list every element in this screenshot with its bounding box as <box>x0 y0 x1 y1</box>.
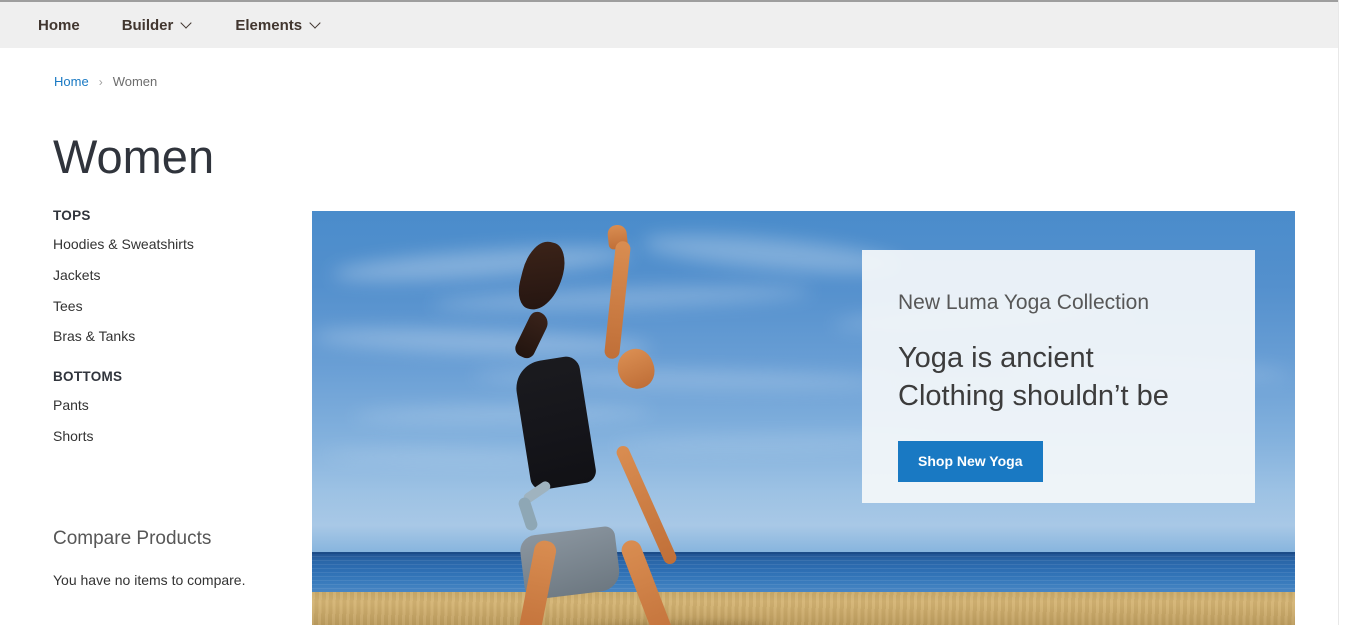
nav-item-elements[interactable]: Elements <box>235 18 320 33</box>
breadcrumb: Home › Women <box>54 74 157 89</box>
nav-item-elements-label: Elements <box>235 16 303 34</box>
promo-eyebrow-text: New Luma Yoga Collection <box>898 291 1149 314</box>
sidebar-group-bottoms: BOTTOMS Pants Shorts <box>53 369 283 445</box>
sidebar-item-jackets[interactable]: Jackets <box>53 267 283 284</box>
breadcrumb-current-women: Women <box>112 74 158 89</box>
sidebar-group-tops: TOPS Hoodies & Sweatshirts Jackets Tees … <box>53 208 283 345</box>
banner-sand <box>312 592 1295 625</box>
nav-item-home-label: Home <box>38 16 80 34</box>
nav-item-builder[interactable]: Builder <box>122 18 192 33</box>
sidebar-item-hoodies-sweatshirts[interactable]: Hoodies & Sweatshirts <box>53 236 283 253</box>
sidebar-item-tees[interactable]: Tees <box>53 298 283 315</box>
promo-headline-line-2: Clothing shouldn’t be <box>898 380 1169 413</box>
sidebar-item-pants[interactable]: Pants <box>53 397 283 414</box>
compare-products-block: Compare Products You have no items to co… <box>53 528 293 588</box>
banner-sea <box>312 552 1295 592</box>
shop-new-yoga-button[interactable]: Shop New Yoga <box>898 440 1043 482</box>
sidebar-heading-tops: TOPS <box>53 208 91 223</box>
promo-overlay-panel: New Luma Yoga Collection Yoga is ancient… <box>862 250 1255 503</box>
nav-item-builder-label: Builder <box>121 16 174 34</box>
chevron-down-icon <box>182 19 191 28</box>
yoga-woman-figure <box>512 224 782 625</box>
compare-products-title: Compare Products <box>53 528 212 549</box>
sidebar-heading-bottoms: BOTTOMS <box>53 369 123 385</box>
figure-raised-arm <box>603 240 632 360</box>
sidebar: TOPS Hoodies & Sweatshirts Jackets Tees … <box>53 208 283 588</box>
sidebar-item-bras-tanks[interactable]: Bras & Tanks <box>53 328 283 345</box>
chevron-down-icon <box>311 19 320 28</box>
figure-tank-top <box>512 354 598 492</box>
breadcrumb-separator-icon: › <box>98 74 103 89</box>
promo-headline: Yoga is ancient Clothing shouldn’t be <box>898 339 1219 416</box>
page-title: Women <box>53 130 215 184</box>
page-right-edge <box>1338 0 1339 625</box>
hero-banner: New Luma Yoga Collection Yoga is ancient… <box>312 211 1295 625</box>
page-root: Home Builder Elements Home › Women Women… <box>0 0 1350 625</box>
compare-products-empty-message: You have no items to compare. <box>53 572 246 588</box>
nav-item-home[interactable]: Home <box>38 18 80 33</box>
banner-horizon-line <box>312 552 1295 554</box>
promo-headline-line-1: Yoga is ancient <box>898 342 1094 375</box>
sidebar-item-shorts[interactable]: Shorts <box>53 428 283 445</box>
figure-hair <box>514 237 570 315</box>
top-navigation-bar: Home Builder Elements <box>0 0 1338 48</box>
breadcrumb-link-home[interactable]: Home <box>54 74 89 89</box>
